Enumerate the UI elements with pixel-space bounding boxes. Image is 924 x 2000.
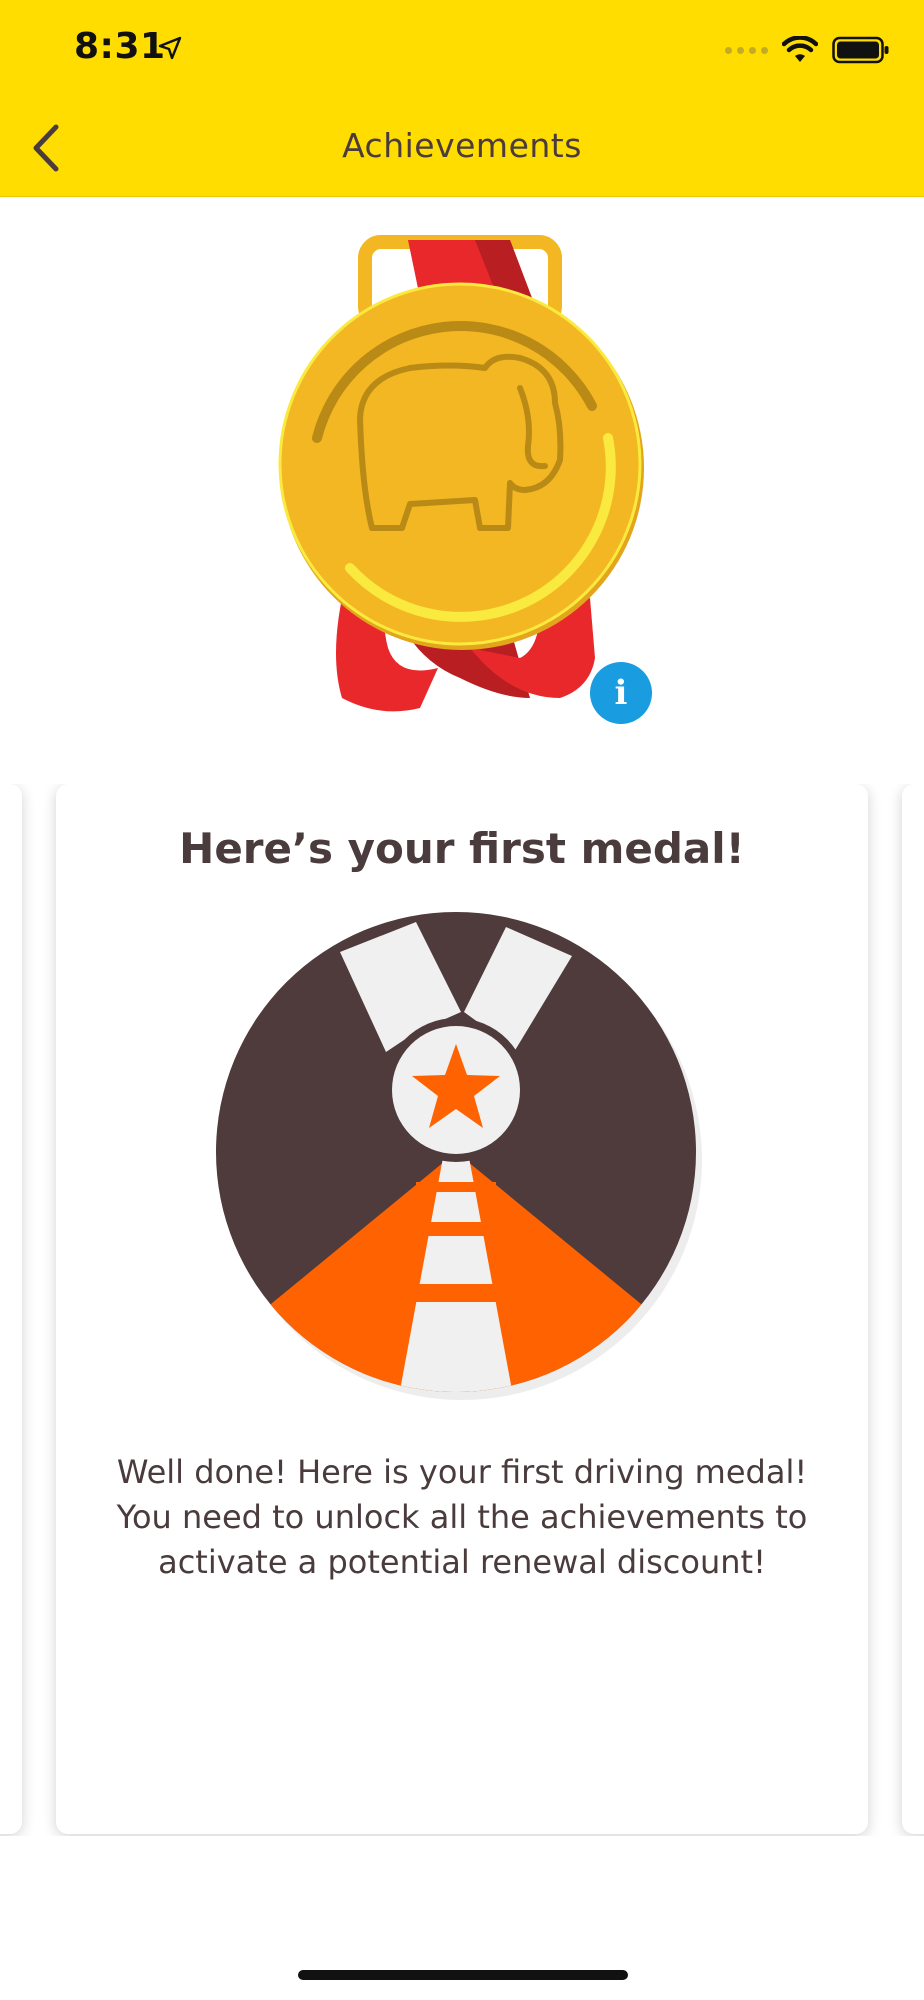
achievement-title: Here’s your first medal! xyxy=(179,824,745,873)
status-indicators xyxy=(725,34,890,66)
header: 8:31 Achievements xyxy=(0,0,924,197)
previous-achievement-card[interactable] xyxy=(0,784,22,1834)
achievement-card: Here’s your first medal! Well done! Here… xyxy=(56,784,868,1834)
info-button[interactable]: i xyxy=(590,662,652,724)
battery-icon xyxy=(832,36,889,64)
status-time: 8:31 xyxy=(74,26,166,67)
achievements-carousel[interactable]: Here’s your first medal! Well done! Here… xyxy=(0,784,924,1836)
home-indicator xyxy=(298,1970,628,1980)
achievement-description: Well done! Here is your first driving me… xyxy=(116,1453,808,1581)
first-medal-road-badge-icon xyxy=(216,912,702,1400)
location-arrow-icon xyxy=(158,36,182,60)
next-achievement-card[interactable] xyxy=(902,784,924,1834)
page-title: Achievements xyxy=(342,126,582,165)
cellular-signal-icon xyxy=(725,46,768,54)
gold-medal-elephant-icon xyxy=(278,235,644,712)
wifi-icon xyxy=(782,36,818,62)
